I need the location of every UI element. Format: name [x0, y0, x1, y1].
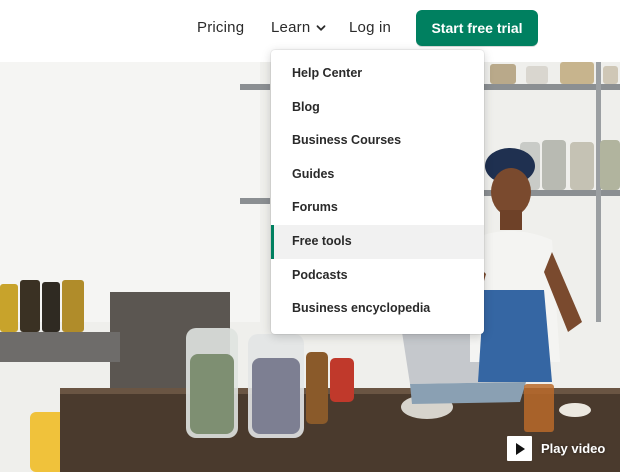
menu-item-guides[interactable]: Guides [271, 158, 484, 192]
menu-item-business-encyclopedia[interactable]: Business encyclopedia [271, 292, 484, 326]
play-video-label: Play video [541, 441, 606, 456]
play-video-button[interactable]: Play video [507, 436, 605, 461]
nav-learn-label: Learn [271, 19, 311, 36]
menu-item-forums[interactable]: Forums [271, 191, 484, 225]
start-free-trial-button[interactable]: Start free trial [416, 10, 538, 46]
menu-item-blog[interactable]: Blog [271, 91, 484, 125]
learn-dropdown-menu: Help Center Blog Business Courses Guides… [271, 50, 484, 334]
play-icon [507, 436, 532, 461]
menu-item-help-center[interactable]: Help Center [271, 57, 484, 91]
nav-login-link[interactable]: Log in [349, 19, 391, 36]
chevron-down-icon [316, 24, 326, 31]
menu-item-free-tools[interactable]: Free tools [271, 224, 484, 259]
nav-pricing-link[interactable]: Pricing [197, 19, 244, 36]
nav-learn-menu[interactable]: Learn [271, 19, 326, 36]
menu-item-podcasts[interactable]: Podcasts [271, 259, 484, 293]
menu-item-business-courses[interactable]: Business Courses [271, 124, 484, 158]
